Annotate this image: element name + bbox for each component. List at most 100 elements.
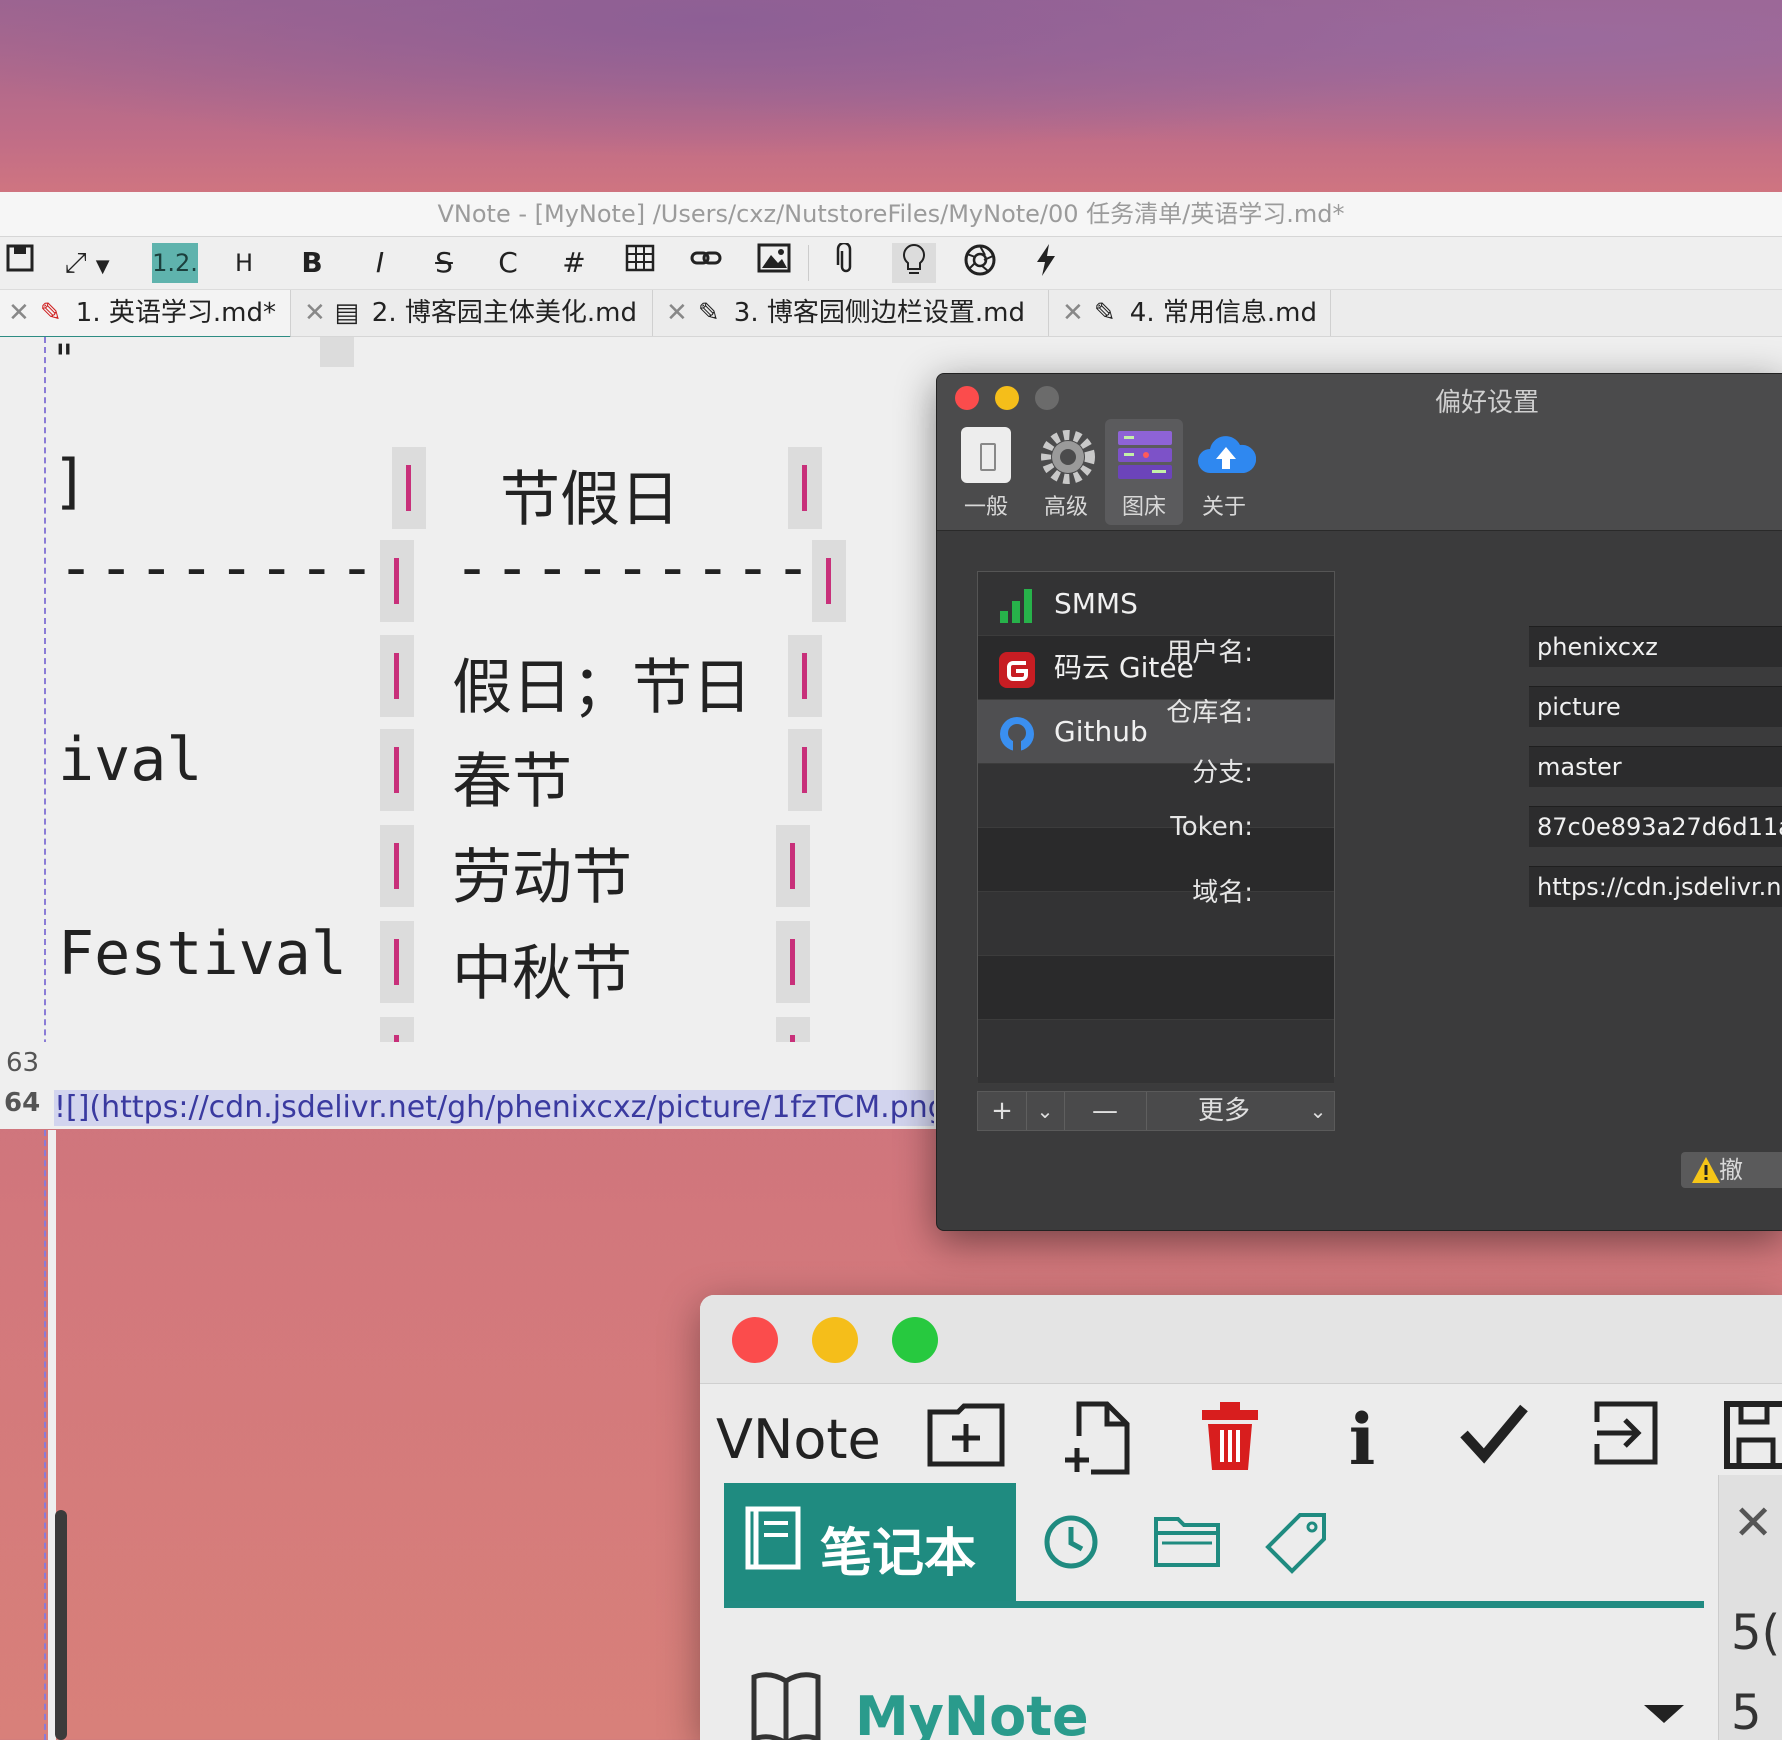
- zoom-window-button[interactable]: [892, 1317, 938, 1363]
- github-icon: [998, 712, 1036, 751]
- close-icon[interactable]: ✕: [1062, 298, 1084, 328]
- tab-general[interactable]: 一般: [947, 419, 1025, 525]
- pencil-icon: ✎: [697, 298, 720, 328]
- italic-button[interactable]: I: [358, 243, 402, 283]
- notebook-name[interactable]: MyNote: [855, 1685, 1089, 1740]
- window-titlebar: [700, 1295, 1782, 1384]
- table-cell: Festival: [58, 919, 347, 989]
- history-icon[interactable]: [1040, 1511, 1110, 1571]
- warning-icon: [1691, 1156, 1721, 1194]
- table-pipe: [380, 921, 414, 1003]
- list-item-smms[interactable]: SMMS: [978, 572, 1334, 636]
- window-title: VNote - [MyNote] /Users/cxz/NutstoreFile…: [0, 192, 1782, 237]
- add-dropdown-button[interactable]: ⌄: [1026, 1092, 1065, 1130]
- close-icon[interactable]: ✕: [8, 298, 30, 328]
- tab-blog-theme[interactable]: ✕ ▤ 2. 博客园主体美化.md: [292, 290, 653, 336]
- minimize-window-button[interactable]: [812, 1317, 858, 1363]
- strikethrough-button[interactable]: S: [422, 243, 466, 283]
- info-icon[interactable]: i: [1322, 1400, 1402, 1480]
- heading-number-button[interactable]: 1.2.: [152, 243, 198, 283]
- more-button[interactable]: 更多: [1146, 1092, 1302, 1130]
- link-icon[interactable]: [684, 243, 728, 283]
- tab-label: 4. 常用信息.md: [1129, 298, 1317, 328]
- aperture-icon[interactable]: [958, 243, 1002, 283]
- preferences-toolbar: 偏好设置 一般 高级 图床 关于: [937, 374, 1782, 531]
- branch-field[interactable]: master: [1529, 746, 1782, 787]
- partial-text: 5: [1731, 1685, 1762, 1740]
- list-item-github[interactable]: Github: [978, 700, 1334, 764]
- repo-field[interactable]: picture: [1529, 686, 1782, 727]
- tab-blog-sidebar[interactable]: ✕ ✎ 3. 博客园侧边栏设置.md: [654, 290, 1049, 336]
- expand-icon[interactable]: ⤢ ▼: [52, 243, 122, 283]
- branch-label: 分支:: [1192, 758, 1253, 788]
- table-icon[interactable]: [618, 243, 662, 283]
- tag-icon[interactable]: [1264, 1511, 1334, 1574]
- remove-host-button[interactable]: —: [1064, 1092, 1147, 1130]
- image-link-line[interactable]: ![](https://cdn.jsdelivr.net/gh/phenixcx…: [54, 1090, 934, 1126]
- attachment-icon[interactable]: [824, 241, 868, 283]
- tab-notebook[interactable]: 笔记本: [724, 1483, 1016, 1601]
- add-host-button[interactable]: +: [978, 1092, 1027, 1130]
- list-item-empty: [978, 892, 1334, 956]
- lightning-icon[interactable]: [1024, 243, 1068, 283]
- list-item-empty: [978, 1020, 1334, 1084]
- gitee-icon: [998, 648, 1036, 688]
- tab-advanced[interactable]: 高级: [1027, 419, 1105, 525]
- indent-guide: [44, 1130, 46, 1740]
- table-separator: --------: [58, 533, 379, 603]
- close-window-button[interactable]: [732, 1317, 778, 1363]
- tab-image-hosting[interactable]: 图床: [1105, 419, 1183, 525]
- table-pipe: [776, 825, 810, 907]
- close-icon[interactable]: ✕: [304, 298, 326, 328]
- list-item-empty: [978, 956, 1334, 1020]
- notebook-icon: [742, 1505, 804, 1575]
- close-icon[interactable]: ✕: [666, 298, 688, 328]
- bold-button[interactable]: B: [290, 243, 334, 283]
- table-pipe: [380, 1017, 414, 1042]
- table-pipe: [380, 729, 414, 811]
- tab-about[interactable]: 关于: [1185, 419, 1263, 525]
- revert-button[interactable]: 撤: [1681, 1152, 1782, 1188]
- preferences-window: 偏好设置 一般 高级 图床 关于 SMMS 码云 Gitee Github + …: [936, 373, 1782, 1231]
- bar-chart-icon: [998, 584, 1036, 623]
- tab-label: 1. 英语学习.md*: [75, 298, 276, 328]
- save-icon[interactable]: [1716, 1400, 1782, 1480]
- table-pipe: [788, 635, 822, 717]
- username-field[interactable]: phenixcxz: [1529, 626, 1782, 667]
- checkmark-icon[interactable]: [1454, 1400, 1534, 1480]
- username-label: 用户名:: [1166, 638, 1253, 668]
- list-item-gitee[interactable]: 码云 Gitee: [978, 636, 1334, 700]
- tab-common-info[interactable]: ✕ ✎ 4. 常用信息.md: [1050, 290, 1331, 336]
- lightbulb-icon[interactable]: [892, 243, 936, 283]
- token-field[interactable]: 87c0e893a27d6d11ac: [1529, 806, 1782, 847]
- table-cell: 劳动节: [452, 843, 632, 913]
- document-icon: ▤: [334, 298, 360, 328]
- table-pipe: [392, 447, 426, 529]
- folder-icon[interactable]: [1152, 1511, 1222, 1571]
- pencil-icon: ✎: [39, 298, 62, 328]
- list-item-label: SMMS: [1054, 587, 1138, 620]
- table-pipe: [320, 337, 354, 367]
- table-pipe: [380, 540, 414, 622]
- navigation-tabs: 笔记本: [724, 1483, 1704, 1608]
- close-icon[interactable]: ✕: [1733, 1495, 1773, 1551]
- image-icon[interactable]: [752, 243, 796, 283]
- chevron-down-icon[interactable]: [1644, 1705, 1684, 1723]
- hash-button[interactable]: #: [552, 243, 596, 283]
- new-note-icon[interactable]: [1058, 1400, 1138, 1480]
- table-pipe: [776, 921, 810, 1003]
- side-panel-edge: ✕ 5( 5: [1718, 1475, 1782, 1740]
- tab-english-study[interactable]: ✕ ✎ 1. 英语学习.md*: [0, 290, 291, 339]
- save-icon[interactable]: [0, 243, 40, 283]
- tab-label: 高级: [1043, 495, 1088, 520]
- list-item-empty: [978, 828, 1334, 892]
- domain-field[interactable]: https://cdn.jsdelivr.net: [1529, 866, 1782, 907]
- heading-button[interactable]: H: [222, 243, 266, 283]
- new-folder-icon[interactable]: [926, 1400, 1006, 1480]
- trash-icon[interactable]: [1190, 1400, 1270, 1480]
- table-cell: 中秋节: [452, 939, 632, 1009]
- chevron-down-icon[interactable]: ⌄: [1302, 1092, 1334, 1130]
- export-icon[interactable]: [1586, 1400, 1666, 1480]
- line-number: 64: [4, 1088, 41, 1118]
- code-button[interactable]: C: [486, 243, 530, 283]
